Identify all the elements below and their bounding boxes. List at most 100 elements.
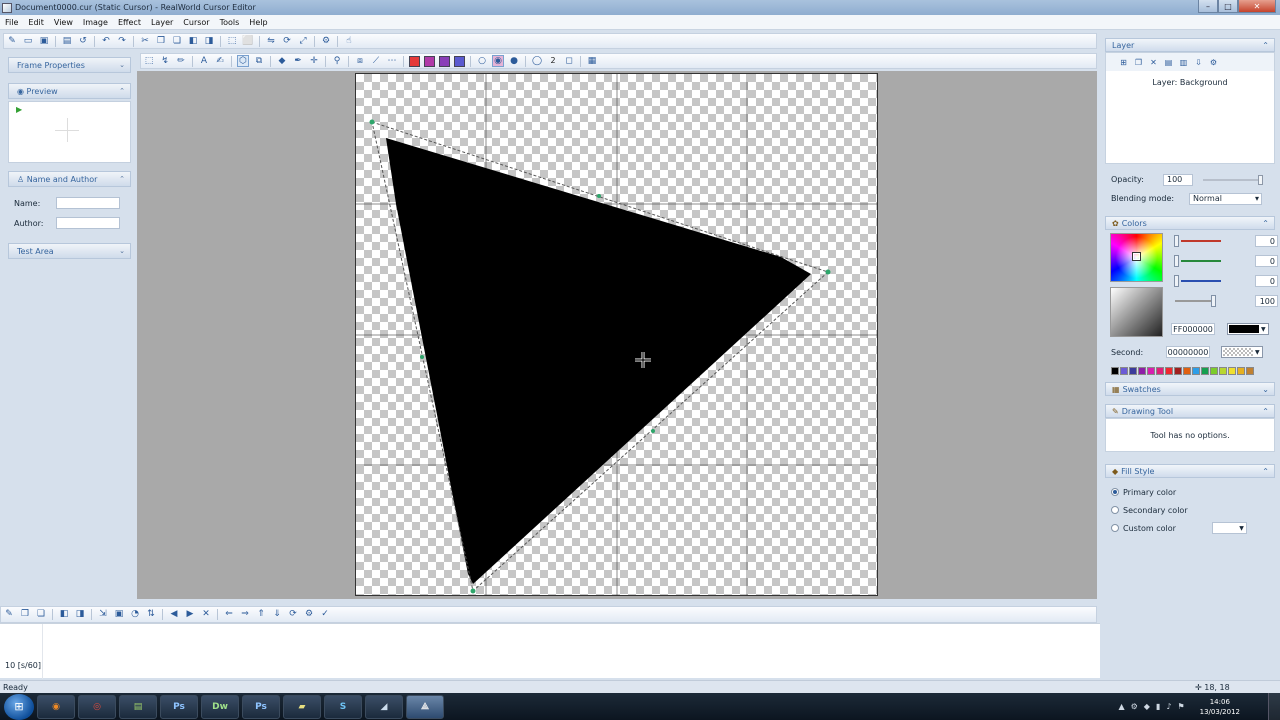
menu-image[interactable]: Image: [78, 18, 113, 27]
palette-swatch[interactable]: [1237, 367, 1245, 375]
editing-canvas[interactable]: [355, 73, 878, 596]
pencil-tool-icon[interactable]: ✏: [175, 55, 187, 67]
layer-down-icon[interactable]: ▥: [1178, 57, 1189, 68]
colors-header[interactable]: ✿ Colors ⌃: [1105, 216, 1275, 230]
menu-edit[interactable]: Edit: [23, 18, 49, 27]
collapse-icon[interactable]: ⌄: [119, 61, 125, 69]
fill-color-swatch-red[interactable]: [409, 55, 420, 67]
shape-tool-icon[interactable]: ⬡: [237, 55, 249, 67]
palette-swatch[interactable]: [1138, 367, 1146, 375]
layer-delete-icon[interactable]: ✕: [1148, 57, 1159, 68]
frame-insert-icon[interactable]: ◧: [58, 609, 70, 621]
fill-style-header[interactable]: ◆ Fill Style ⌃: [1105, 464, 1275, 478]
stamp-tool-icon[interactable]: ⧉: [253, 55, 265, 67]
palette-swatch[interactable]: [1183, 367, 1191, 375]
menu-help[interactable]: Help: [244, 18, 272, 27]
green-channel[interactable]: 0: [1173, 254, 1278, 268]
author-field[interactable]: [56, 217, 120, 229]
menu-layer[interactable]: Layer: [146, 18, 178, 27]
menu-file[interactable]: File: [0, 18, 23, 27]
tray-volume-icon[interactable]: ♪: [1166, 702, 1171, 711]
blend-mode-icon[interactable]: ⧈: [354, 55, 366, 67]
close-button[interactable]: ✕: [1238, 0, 1276, 13]
alpha-value[interactable]: 100: [1255, 295, 1278, 307]
cursor-test-icon[interactable]: ☝: [343, 35, 355, 47]
new-layer-icon[interactable]: ⊞: [1118, 57, 1129, 68]
taskbar-dreamweaver[interactable]: Dw: [201, 694, 239, 719]
layer-copy-icon[interactable]: ❐: [1133, 57, 1144, 68]
clock[interactable]: 14:06 13/03/2012: [1200, 697, 1240, 717]
zoom-tool-icon[interactable]: ⚲: [331, 55, 343, 67]
eyedropper-tool-icon[interactable]: ✒: [292, 55, 304, 67]
grid-icon[interactable]: ▦: [586, 55, 598, 67]
dash-style-icon[interactable]: ⋯: [386, 55, 398, 67]
taskbar-notes[interactable]: ▰: [283, 694, 321, 719]
palette-swatch[interactable]: [1228, 367, 1236, 375]
test-area-header[interactable]: Test Area ⌄: [8, 243, 131, 259]
brush-shape-icon[interactable]: ◯: [531, 55, 543, 67]
tray-network-icon[interactable]: ⚙: [1131, 702, 1138, 711]
layer-merge-icon[interactable]: ⇩: [1193, 57, 1204, 68]
palette-swatch[interactable]: [1192, 367, 1200, 375]
layer-up-icon[interactable]: ▤: [1163, 57, 1174, 68]
deselect-icon[interactable]: ⬜: [242, 35, 254, 47]
blue-channel[interactable]: 0: [1173, 274, 1278, 288]
play-icon[interactable]: ▶: [16, 105, 22, 114]
fill-secondary-option[interactable]: Secondary color: [1111, 501, 1269, 519]
taskbar-editor[interactable]: ◢: [365, 694, 403, 719]
show-desktop-button[interactable]: [1268, 693, 1280, 720]
blending-select[interactable]: Normal ▾: [1189, 192, 1262, 205]
taskbar-firefox[interactable]: ◉: [37, 694, 75, 719]
minimize-button[interactable]: –: [1198, 0, 1218, 13]
frame-delay-label[interactable]: 10 [s/60]: [5, 661, 41, 670]
collapse-icon[interactable]: ⌃: [119, 175, 125, 183]
primary-hex-input[interactable]: FF000000: [1171, 323, 1215, 335]
flip-icon[interactable]: ⇋: [265, 35, 277, 47]
radio-secondary[interactable]: [1111, 506, 1119, 514]
palette-swatch[interactable]: [1210, 367, 1218, 375]
frame-rotate-icon[interactable]: ⟳: [287, 609, 299, 621]
red-value[interactable]: 0: [1255, 235, 1278, 247]
export-icon[interactable]: ▤: [61, 35, 73, 47]
palette-swatch[interactable]: [1246, 367, 1254, 375]
collapse-icon[interactable]: ⌃: [119, 87, 125, 95]
select-all-icon[interactable]: ⬚: [226, 35, 238, 47]
layer-header[interactable]: Layer ⌃: [1105, 38, 1275, 52]
open-icon[interactable]: ▭: [22, 35, 34, 47]
collapse-icon[interactable]: ⌃: [1262, 467, 1269, 476]
frame-delete-icon[interactable]: ✕: [200, 609, 212, 621]
alpha-channel[interactable]: 100: [1173, 294, 1278, 308]
brush-size-value[interactable]: 2: [547, 55, 559, 67]
custom-color-picker[interactable]: ▼: [1211, 522, 1247, 534]
collapse-icon[interactable]: ⌃: [1262, 219, 1269, 228]
fill-custom-option[interactable]: Custom color ▼: [1111, 519, 1269, 537]
start-button[interactable]: ⊞: [4, 693, 34, 720]
opacity-slider[interactable]: [1203, 174, 1263, 185]
tray-app-icon[interactable]: ◆: [1144, 702, 1150, 711]
settings-icon[interactable]: ⚙: [320, 35, 332, 47]
primary-color-picker[interactable]: ▼: [1227, 323, 1269, 335]
brush-tool-icon[interactable]: ✍: [214, 55, 226, 67]
maximize-button[interactable]: □: [1218, 0, 1238, 13]
taskbar-photoshop-2[interactable]: Ps: [242, 694, 280, 719]
name-field[interactable]: [56, 197, 120, 209]
taskbar-explorer[interactable]: ▤: [119, 694, 157, 719]
fill-tool-icon[interactable]: ◆: [276, 55, 288, 67]
taskbar-chrome[interactable]: ◎: [78, 694, 116, 719]
radio-custom[interactable]: [1111, 524, 1119, 532]
red-channel[interactable]: 0: [1173, 234, 1278, 248]
frame-check-icon[interactable]: ✓: [319, 609, 331, 621]
fill-outline-icon[interactable]: ◉: [492, 55, 504, 67]
undo-icon[interactable]: ↶: [100, 35, 112, 47]
cut-icon[interactable]: ✂: [139, 35, 151, 47]
palette-swatch[interactable]: [1129, 367, 1137, 375]
copy-icon[interactable]: ❐: [155, 35, 167, 47]
frame-move-right-icon[interactable]: ⇒: [239, 609, 251, 621]
palette-swatch[interactable]: [1219, 367, 1227, 375]
selection-tool-icon[interactable]: ⬚: [143, 55, 155, 67]
frame-timing-icon[interactable]: ◔: [129, 609, 141, 621]
fill-only-icon[interactable]: ●: [508, 55, 520, 67]
taskbar-photoshop[interactable]: Ps: [160, 694, 198, 719]
paste-new-icon[interactable]: ◧: [187, 35, 199, 47]
fill-color-swatch-purple[interactable]: [439, 55, 450, 67]
